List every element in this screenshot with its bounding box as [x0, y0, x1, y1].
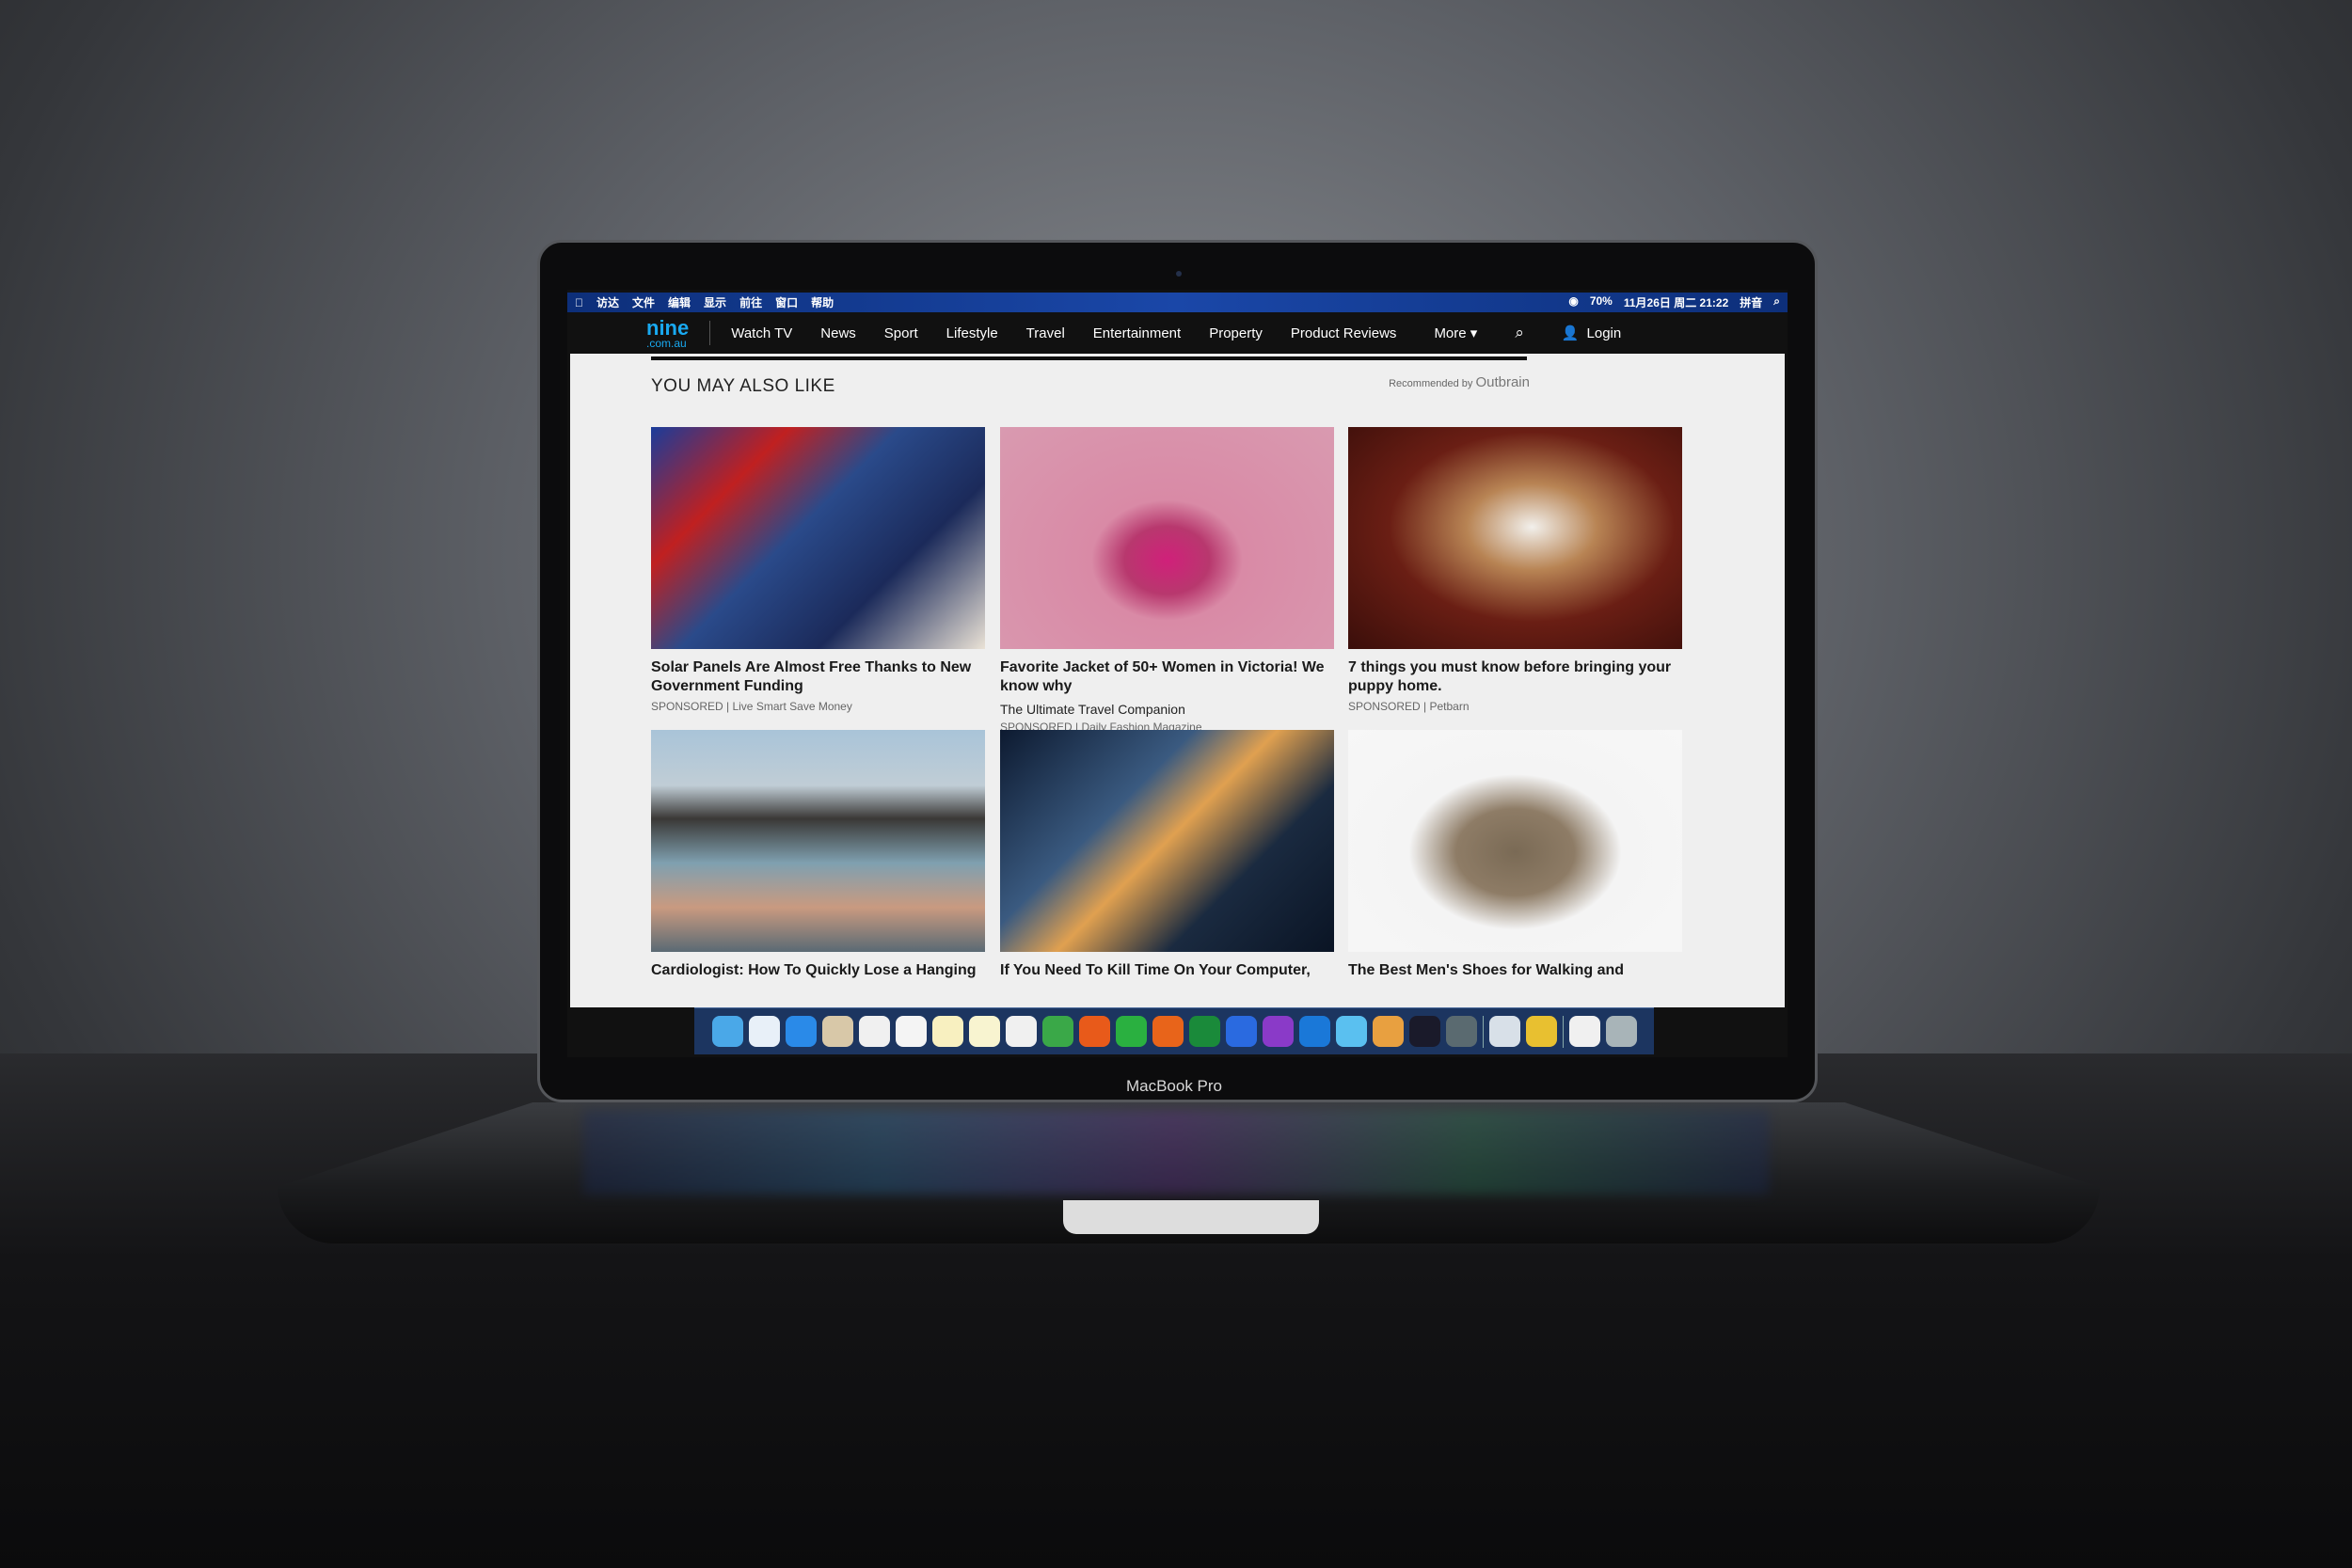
menu-file[interactable]: 文件	[632, 294, 655, 310]
article-card[interactable]: The Best Men's Shoes for Walking and	[1348, 730, 1682, 980]
stickies-icon[interactable]	[968, 1016, 1000, 1047]
sponsor-label: SPONSORED | Live Smart Save Money	[651, 700, 852, 713]
nav-travel[interactable]: Travel	[1026, 325, 1065, 341]
nav-more[interactable]: More ▾	[1434, 325, 1477, 341]
finder-icon[interactable]	[711, 1016, 743, 1047]
device-label: MacBook Pro	[1125, 1077, 1223, 1095]
menu-help[interactable]: 帮助	[811, 294, 834, 310]
dock-divider	[1562, 1015, 1564, 1048]
system-preferences-icon[interactable]	[1445, 1016, 1477, 1047]
document-icon[interactable]	[1568, 1016, 1600, 1047]
app-store-icon[interactable]	[785, 1016, 817, 1047]
nav-watch-tv[interactable]: Watch TV	[731, 325, 792, 341]
safari-icon[interactable]	[748, 1016, 780, 1047]
article-card[interactable]: Cardiologist: How To Quickly Lose a Hang…	[651, 730, 985, 980]
image-viewer-icon[interactable]	[1488, 1016, 1520, 1047]
excel-icon[interactable]	[1188, 1016, 1220, 1047]
trash-icon[interactable]	[1605, 1016, 1637, 1047]
outbrain-attribution[interactable]: Recommended by Outbrain	[1200, 374, 1530, 390]
calendar-icon[interactable]	[858, 1016, 890, 1047]
site-nav: nine .com.au Watch TV News Sport Lifestyl…	[567, 312, 1788, 354]
netease-icon[interactable]	[1078, 1016, 1110, 1047]
article-card[interactable]: Solar Panels Are Almost Free Thanks to N…	[651, 427, 985, 713]
chrome-icon[interactable]	[1525, 1016, 1557, 1047]
outlook-icon[interactable]	[1298, 1016, 1330, 1047]
nav-news[interactable]: News	[820, 325, 856, 341]
user-icon: 👤	[1561, 325, 1580, 341]
dock-divider	[1482, 1015, 1484, 1048]
article-image[interactable]	[651, 427, 985, 649]
menu-edit[interactable]: 编辑	[668, 294, 691, 310]
camera	[1176, 271, 1182, 277]
input-method[interactable]: 拼音	[1740, 294, 1762, 310]
dock	[694, 1007, 1654, 1054]
battery-status[interactable]: 70%	[1590, 294, 1613, 310]
article-title[interactable]: Favorite Jacket of 50+ Women in Victoria…	[1000, 658, 1334, 696]
article-image[interactable]	[1348, 427, 1682, 649]
menu-view[interactable]: 显示	[704, 294, 726, 310]
nav-lifestyle[interactable]: Lifestyle	[946, 325, 998, 341]
article-subtitle: The Ultimate Travel Companion	[1000, 702, 1185, 717]
article-card[interactable]: 7 things you must know before bringing y…	[1348, 427, 1682, 713]
wechat-icon[interactable]	[1115, 1016, 1147, 1047]
article-title[interactable]: The Best Men's Shoes for Walking and	[1348, 961, 1682, 980]
clock[interactable]: 11月26日 周二 21:22	[1624, 294, 1728, 310]
music-icon[interactable]	[1005, 1016, 1037, 1047]
menu-window[interactable]: 窗口	[775, 294, 798, 310]
word-icon[interactable]	[1225, 1016, 1257, 1047]
nav-property[interactable]: Property	[1209, 325, 1263, 341]
powerpoint-icon[interactable]	[1152, 1016, 1184, 1047]
article-image[interactable]	[651, 730, 985, 952]
evernote-icon[interactable]	[1041, 1016, 1073, 1047]
menu-finder[interactable]: 访达	[596, 294, 619, 310]
apple-menu[interactable]: 	[575, 296, 583, 309]
article-title[interactable]: Cardiologist: How To Quickly Lose a Hang…	[651, 961, 985, 980]
article-title[interactable]: Solar Panels Are Almost Free Thanks to N…	[651, 658, 985, 696]
nav-entertainment[interactable]: Entertainment	[1093, 325, 1181, 341]
article-image[interactable]	[1000, 427, 1334, 649]
section-heading: YOU MAY ALSO LIKE	[651, 376, 835, 396]
icloud-icon[interactable]	[1335, 1016, 1367, 1047]
onenote-icon[interactable]	[1262, 1016, 1294, 1047]
article-title[interactable]: If You Need To Kill Time On Your Compute…	[1000, 961, 1334, 980]
sponsor-label: SPONSORED | Petbarn	[1348, 700, 1470, 713]
final-cut-icon[interactable]	[1372, 1016, 1404, 1047]
article-card[interactable]: If You Need To Kill Time On Your Compute…	[1000, 730, 1334, 980]
spotlight-icon[interactable]: ⌕	[1773, 294, 1780, 310]
infinity-icon[interactable]	[1408, 1016, 1440, 1047]
lid-notch	[1063, 1200, 1319, 1234]
article-image[interactable]	[1000, 730, 1334, 952]
notes-icon[interactable]	[931, 1016, 963, 1047]
article-title[interactable]: 7 things you must know before bringing y…	[1348, 658, 1682, 696]
nine-logo[interactable]: nine .com.au	[646, 318, 711, 350]
nav-sport[interactable]: Sport	[884, 325, 918, 341]
search-icon[interactable]: ⌕	[1515, 324, 1524, 342]
article-card[interactable]: Favorite Jacket of 50+ Women in Victoria…	[1000, 427, 1334, 734]
preview-icon[interactable]	[821, 1016, 853, 1047]
page-content: YOU MAY ALSO LIKE Recommended by Outbrai…	[570, 354, 1785, 1007]
photos-icon[interactable]	[895, 1016, 927, 1047]
login-button[interactable]: 👤 Login	[1561, 325, 1621, 342]
wifi-icon[interactable]: ◉	[1568, 294, 1578, 310]
mac-menubar:  访达 文件 编辑 显示 前往 窗口 帮助 ◉ 70% 11月26日 周二 2…	[567, 293, 1788, 312]
screen:  访达 文件 编辑 显示 前往 窗口 帮助 ◉ 70% 11月26日 周二 2…	[567, 290, 1788, 1057]
menu-go[interactable]: 前往	[739, 294, 762, 310]
nav-product-reviews[interactable]: Product Reviews	[1291, 325, 1397, 341]
article-image[interactable]	[1348, 730, 1682, 952]
keyboard-reflection	[583, 1110, 1769, 1195]
divider	[651, 356, 1527, 360]
